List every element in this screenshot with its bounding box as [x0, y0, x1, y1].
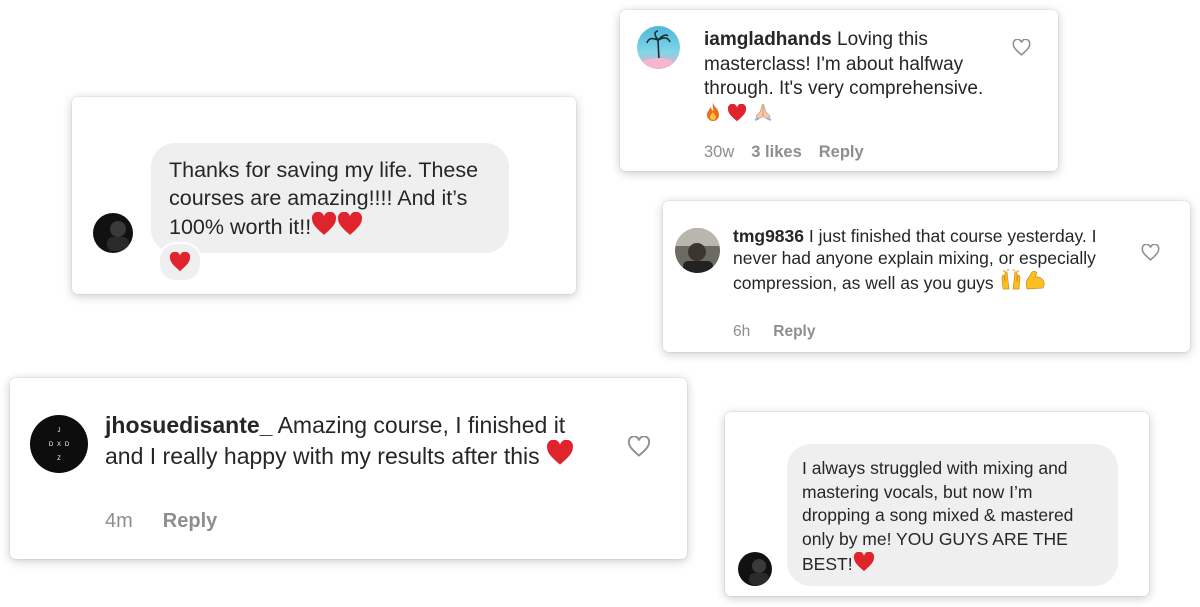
username[interactable]: tmg9836	[733, 226, 804, 246]
comment-meta: 4m Reply	[105, 510, 217, 533]
avatar-letter: X	[57, 442, 61, 448]
avatar[interactable]	[675, 228, 720, 273]
avatar-letter: Z	[57, 456, 61, 462]
reply-button[interactable]: Reply	[773, 323, 815, 341]
avatar[interactable]	[738, 552, 772, 586]
comment-card-4: J D X D Z jhosuedisante_ Amazing course,…	[10, 378, 687, 559]
avatar-letter: D	[65, 442, 70, 448]
comment-body: jhosuedisante_ Amazing course, I finishe…	[105, 412, 585, 470]
timestamp[interactable]: 6h	[733, 323, 750, 341]
likes-count[interactable]: 3 likes	[751, 143, 801, 162]
praying-hands-emoji-icon	[753, 102, 773, 122]
timestamp[interactable]: 4m	[105, 510, 133, 533]
avatar-letter: J	[58, 428, 61, 434]
avatar-letter: D	[49, 442, 54, 448]
timestamp[interactable]: 30w	[704, 143, 734, 162]
heart-emoji-icon	[546, 439, 574, 466]
reaction-badge[interactable]	[158, 242, 202, 282]
reply-button[interactable]: Reply	[819, 143, 864, 162]
heart-emoji-icon	[727, 103, 747, 122]
username[interactable]: iamgladhands	[704, 29, 832, 50]
comment-card-5: I always struggled with mixing and maste…	[725, 412, 1149, 596]
reply-button[interactable]: Reply	[163, 510, 217, 533]
flexed-biceps-emoji-icon	[1023, 269, 1047, 291]
heart-emoji-icon	[853, 551, 875, 572]
comment-card-3: tmg9836 I just finished that course yest…	[663, 201, 1190, 352]
like-heart-icon[interactable]	[627, 435, 651, 462]
comment-meta: 6h Reply	[733, 323, 815, 341]
like-heart-icon[interactable]	[1012, 38, 1031, 61]
comment-bubble: I always struggled with mixing and maste…	[787, 444, 1118, 586]
comment-card-1: Thanks for saving my life. These courses…	[72, 97, 576, 294]
avatar[interactable]: J D X D Z	[30, 415, 88, 473]
username[interactable]: jhosuedisante_	[105, 412, 272, 438]
heart-emoji-icon	[169, 252, 191, 272]
comment-bubble: Thanks for saving my life. These courses…	[151, 143, 509, 253]
comment-body: tmg9836 I just finished that course yest…	[733, 226, 1108, 295]
comment-meta: 30w 3 likes Reply	[704, 143, 864, 162]
comment-body: iamgladhands Loving this masterclass! I'…	[704, 28, 992, 127]
heart-emoji-icon	[337, 212, 363, 236]
heart-emoji-icon	[311, 212, 337, 236]
comment-card-2: iamgladhands Loving this masterclass! I'…	[620, 10, 1058, 171]
like-heart-icon[interactable]	[1141, 243, 1160, 266]
comment-text: I always struggled with mixing and maste…	[802, 458, 1074, 574]
fire-emoji-icon	[704, 102, 722, 122]
avatar[interactable]	[93, 213, 133, 253]
raising-hands-emoji-icon	[999, 269, 1023, 291]
avatar[interactable]	[637, 26, 680, 69]
